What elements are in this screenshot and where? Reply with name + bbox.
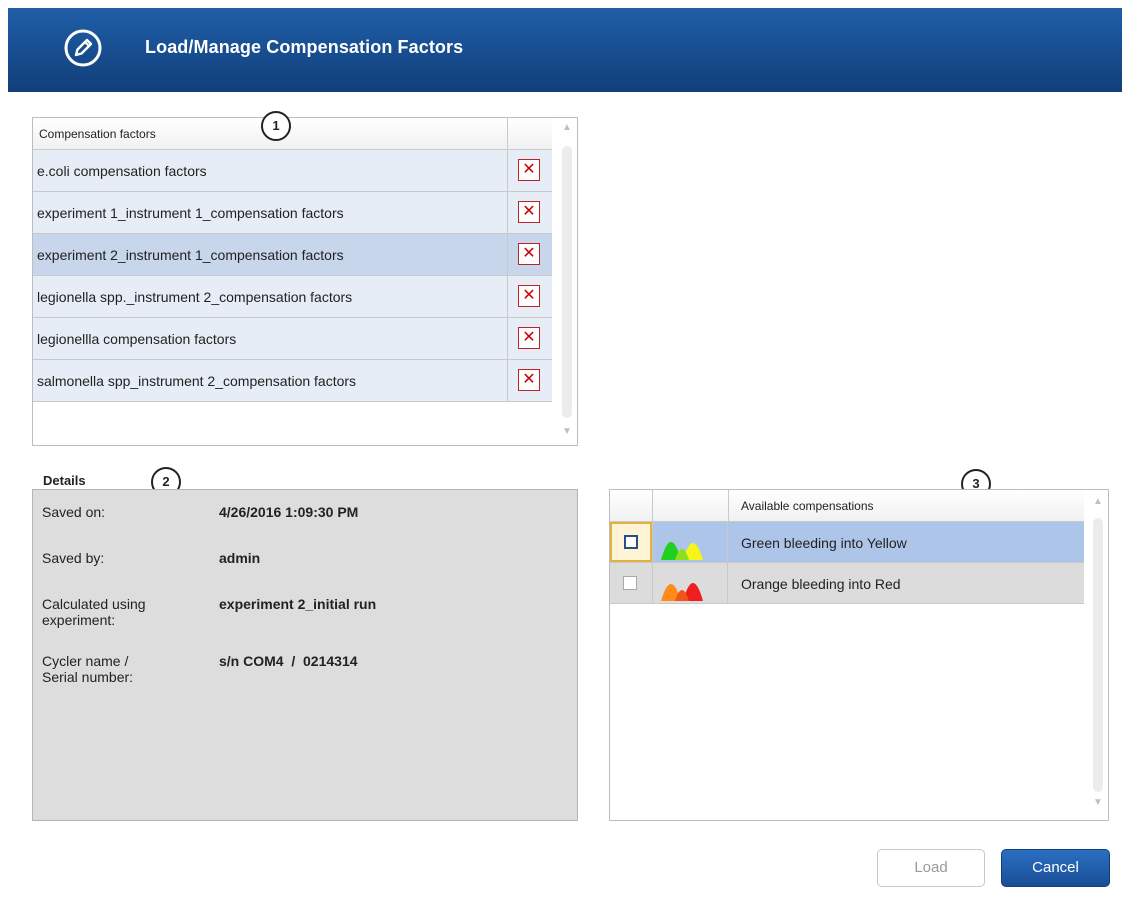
compensation-checkbox[interactable] [624, 535, 638, 549]
scroll-track[interactable] [562, 146, 572, 418]
compensation-label: Green bleeding into Yellow [741, 535, 907, 551]
factor-name: experiment 2_instrument 1_compensation f… [37, 247, 344, 263]
compensations-grid-header: Available compensations [610, 490, 1084, 522]
scroll-up-icon[interactable]: ▲ [562, 122, 572, 133]
calculated-using-label: Calculated using experiment: [42, 596, 146, 628]
color-cell [652, 563, 728, 603]
cancel-button[interactable]: Cancel [1001, 849, 1110, 887]
factor-row[interactable]: experiment 1_instrument 1_compensation f… [33, 192, 552, 234]
delete-icon[interactable]: ✕ [518, 285, 540, 307]
delete-icon[interactable]: ✕ [518, 369, 540, 391]
factors-grid-header: Compensation factors [33, 118, 552, 150]
compensation-factors-list: Compensation factors e.coli compensation… [32, 117, 578, 446]
column-divider [507, 118, 508, 149]
orange-red-peaks-icon [661, 583, 703, 601]
callout-1: 1 [261, 111, 291, 141]
column-divider [728, 490, 729, 521]
factor-row[interactable]: legionellla compensation factors ✕ [33, 318, 552, 360]
column-divider [652, 490, 653, 521]
details-panel: Saved on: 4/26/2016 1:09:30 PM Saved by:… [32, 489, 578, 821]
checkbox-cell[interactable] [610, 522, 652, 562]
pencil-icon [64, 29, 102, 67]
available-compensations-list: Available compensations Green bleeding i… [609, 489, 1109, 821]
factor-name: legionellla compensation factors [37, 331, 237, 347]
compensation-label: Orange bleeding into Red [741, 576, 901, 592]
saved-by-label: Saved by: [42, 550, 105, 566]
dialog-header: Load/Manage Compensation Factors [8, 8, 1122, 92]
checkbox-cell[interactable] [610, 563, 652, 603]
factor-row[interactable]: legionella spp._instrument 2_compensatio… [33, 276, 552, 318]
delete-icon[interactable]: ✕ [518, 327, 540, 349]
compensation-row-focused[interactable]: Green bleeding into Yellow [610, 522, 1084, 563]
green-yellow-peaks-icon [661, 542, 703, 560]
delete-icon[interactable]: ✕ [518, 243, 540, 265]
compensations-column-header[interactable]: Available compensations [741, 499, 874, 513]
factor-row[interactable]: salmonella spp_instrument 2_compensation… [33, 360, 552, 402]
factors-column-header[interactable]: Compensation factors [39, 127, 156, 141]
scroll-down-icon[interactable]: ▼ [1093, 797, 1103, 808]
cycler-serial-value: s/n COM4 / 0214314 [219, 653, 358, 669]
factor-row[interactable]: e.coli compensation factors ✕ [33, 150, 552, 192]
saved-by-value: admin [219, 550, 261, 566]
scroll-down-icon[interactable]: ▼ [562, 426, 572, 437]
factor-name: e.coli compensation factors [37, 163, 207, 179]
dialog-title: Load/Manage Compensation Factors [145, 37, 464, 57]
scroll-up-icon[interactable]: ▲ [1093, 496, 1103, 507]
factor-row-selected[interactable]: experiment 2_instrument 1_compensation f… [33, 234, 552, 276]
factors-rows: e.coli compensation factors ✕ experiment… [33, 150, 552, 402]
load-button[interactable]: Load [877, 849, 985, 887]
color-cell [652, 522, 728, 562]
compensation-row[interactable]: Orange bleeding into Red [610, 563, 1084, 604]
saved-on-label: Saved on: [42, 504, 106, 520]
details-title: Details [43, 473, 86, 488]
delete-icon[interactable]: ✕ [518, 201, 540, 223]
compensations-scrollbar[interactable]: ▲ ▼ [1090, 490, 1106, 820]
factors-scrollbar[interactable]: ▲ ▼ [559, 118, 575, 445]
cycler-serial-label: Cycler name / Serial number: [42, 653, 134, 685]
saved-on-value: 4/26/2016 1:09:30 PM [219, 504, 359, 520]
factor-name: salmonella spp_instrument 2_compensation… [37, 373, 357, 389]
factor-name: legionella spp._instrument 2_compensatio… [37, 289, 353, 305]
scroll-track[interactable] [1093, 518, 1103, 792]
delete-icon[interactable]: ✕ [518, 159, 540, 181]
calculated-using-value: experiment 2_initial run [219, 596, 377, 612]
compensation-checkbox[interactable] [623, 576, 637, 590]
factor-name: experiment 1_instrument 1_compensation f… [37, 205, 344, 221]
